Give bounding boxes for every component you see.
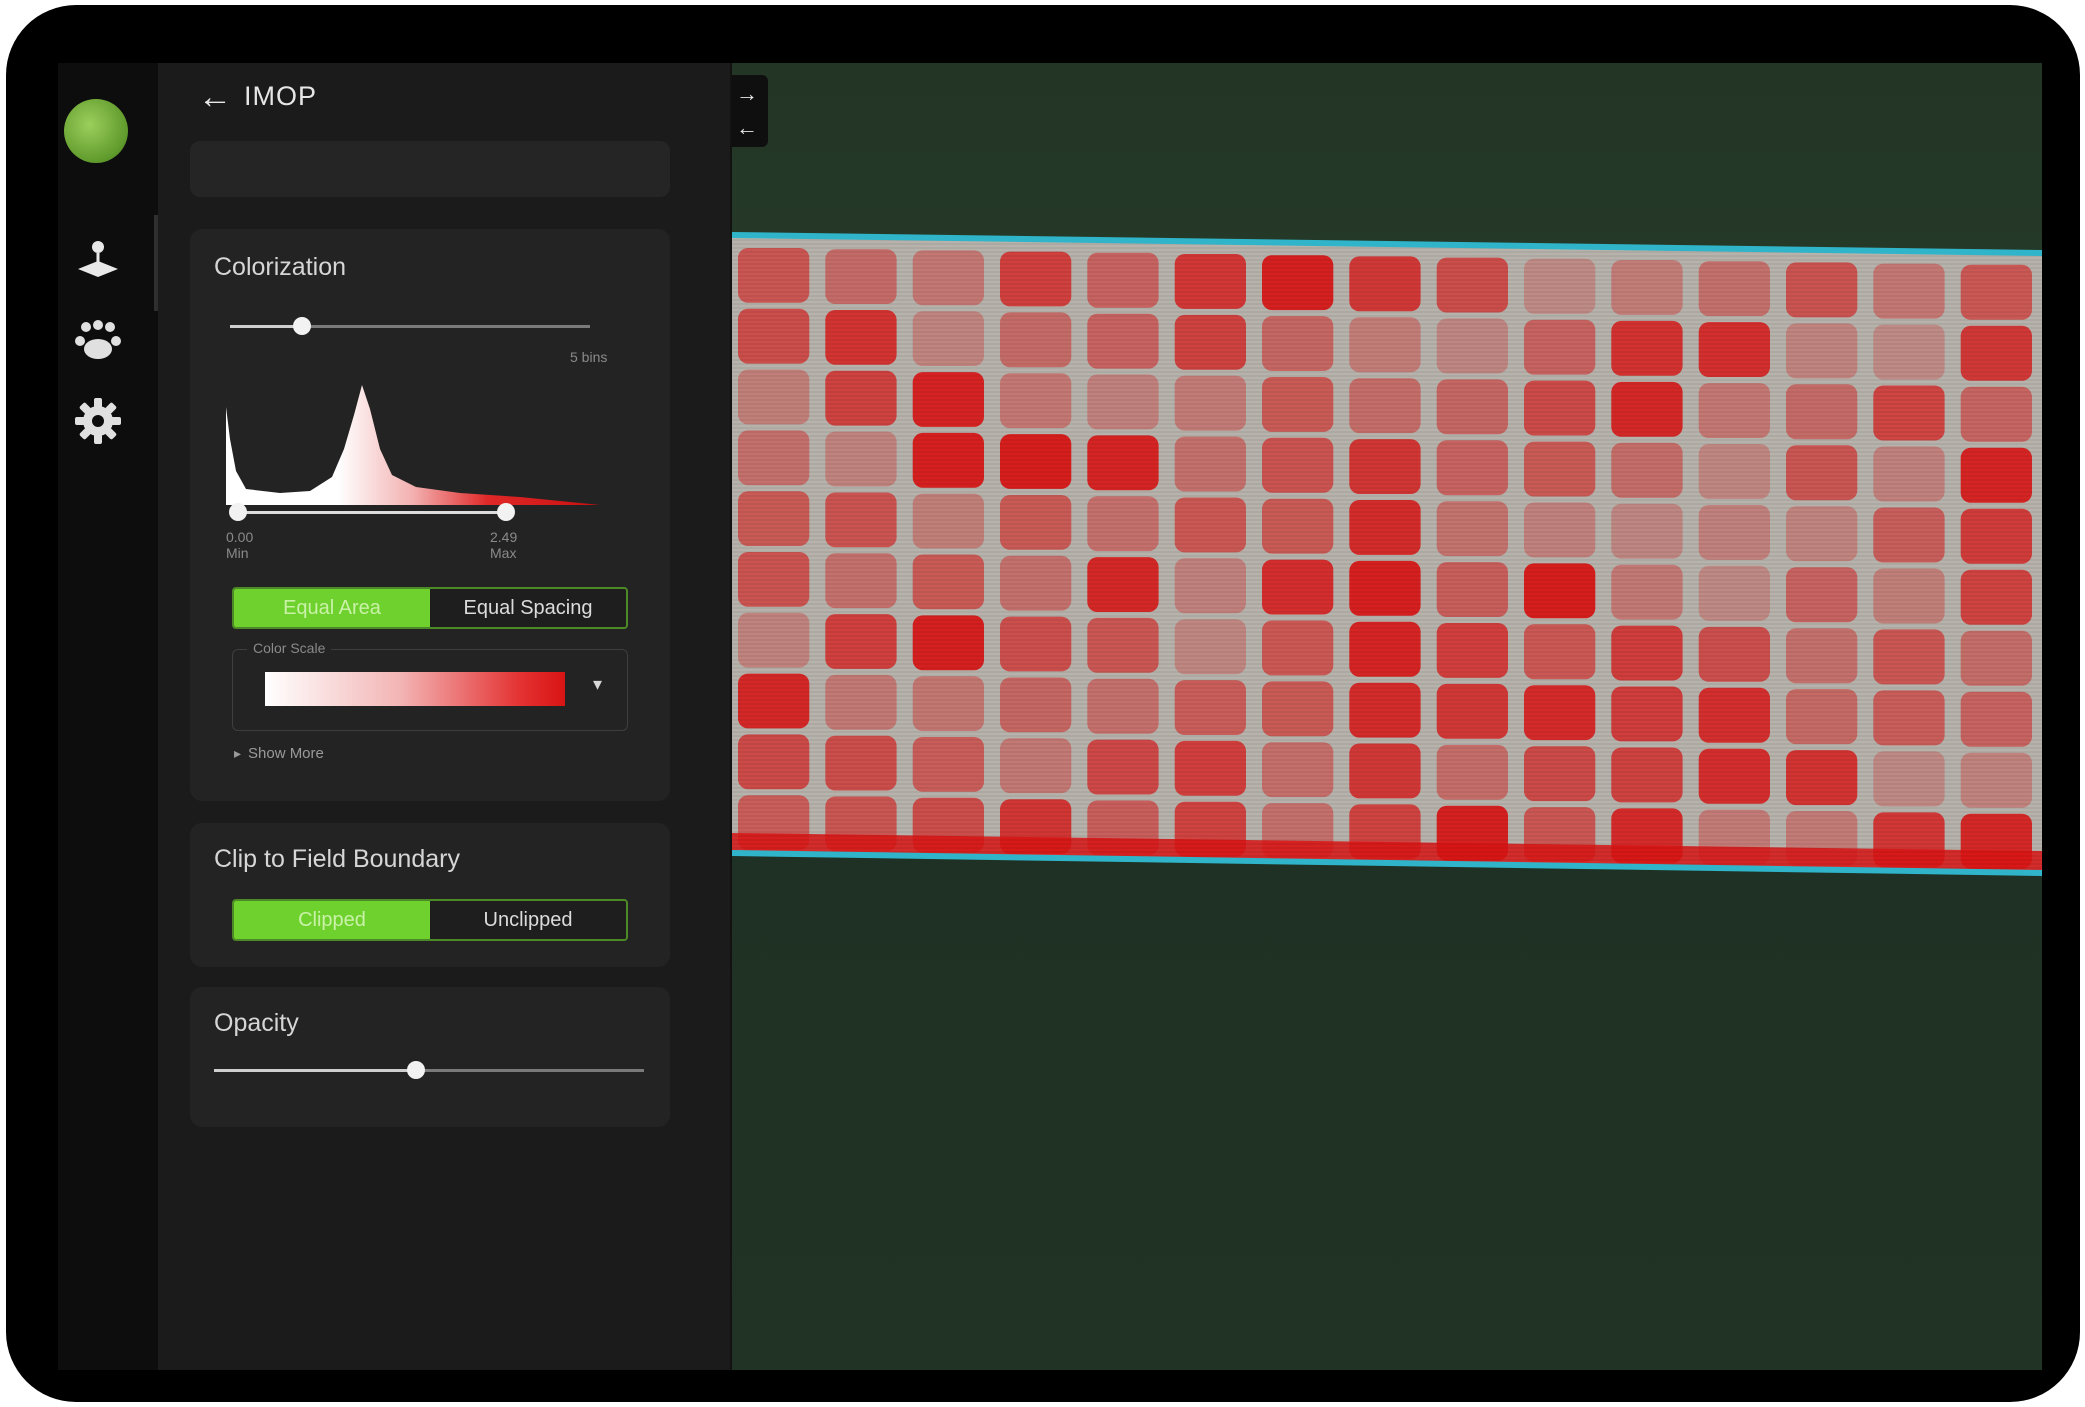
field-overlay (732, 232, 2042, 876)
caret-right-icon: ▸ (234, 745, 242, 761)
distribution-toggle: Equal Area Equal Spacing (232, 587, 628, 629)
unclipped-option[interactable]: Unclipped (430, 901, 626, 939)
arrow-right-icon[interactable]: → (736, 81, 758, 107)
colorization-title: Colorization (214, 253, 347, 281)
opacity-card: Opacity (190, 987, 670, 1127)
bins-slider[interactable] (230, 317, 590, 335)
tablet-frame: ← IMOP Colorization 5 bins 0.00 Min 2.49… (6, 5, 2080, 1402)
bins-slider-fill (230, 325, 302, 328)
bins-label: 5 bins (570, 349, 608, 365)
opacity-slider-fill (214, 1069, 417, 1072)
map-view[interactable]: → ← (732, 63, 2042, 1370)
show-more-link[interactable]: Show More (248, 745, 324, 762)
icon-rail (58, 63, 158, 1370)
bins-slider-knob[interactable] (293, 317, 311, 335)
opacity-title: Opacity (214, 1009, 299, 1037)
color-scale-swatch (265, 672, 565, 706)
arrow-left-icon[interactable]: ← (736, 115, 758, 141)
logo (64, 99, 128, 163)
team-icon[interactable] (70, 313, 126, 369)
app-screen: ← IMOP Colorization 5 bins 0.00 Min 2.49… (58, 63, 2042, 1370)
arrow-left-icon[interactable]: ← (198, 77, 232, 117)
clip-title: Clip to Field Boundary (214, 845, 460, 873)
equal-area-option[interactable]: Equal Area (234, 589, 430, 627)
range-max-value: 2.49 (490, 529, 518, 545)
range-min-value: 0.00 (226, 529, 254, 545)
clipped-option[interactable]: Clipped (234, 901, 430, 939)
colorization-card: Colorization 5 bins 0.00 Min 2.49 Max Eq… (190, 229, 670, 801)
chevron-down-icon: ▾ (593, 674, 603, 694)
color-scale-label: Color Scale (247, 640, 332, 656)
histogram (226, 385, 600, 505)
range-max-label: Max (490, 545, 517, 561)
equal-spacing-option[interactable]: Equal Spacing (430, 589, 626, 627)
opacity-slider-knob[interactable] (407, 1061, 426, 1079)
opacity-slider[interactable] (214, 1061, 644, 1079)
histogram-area (226, 385, 600, 505)
collapsed-card (190, 141, 670, 197)
range-max-knob[interactable] (497, 503, 515, 521)
range-min-knob[interactable] (229, 503, 247, 521)
range-slider[interactable] (229, 503, 515, 521)
layer-settings-panel: ← IMOP Colorization 5 bins 0.00 Min 2.49… (158, 63, 744, 1370)
range-min-label: Min (226, 545, 249, 561)
panel-toggle: → ← (732, 75, 768, 147)
panel-title: IMOP (244, 81, 318, 111)
field-location-icon[interactable] (70, 231, 126, 287)
color-scale-select[interactable]: Color Scale ▾ (232, 640, 628, 731)
clip-card: Clip to Field Boundary Clipped Unclipped (190, 823, 670, 967)
gear-icon[interactable] (70, 393, 126, 449)
clip-toggle: Clipped Unclipped (232, 899, 628, 941)
